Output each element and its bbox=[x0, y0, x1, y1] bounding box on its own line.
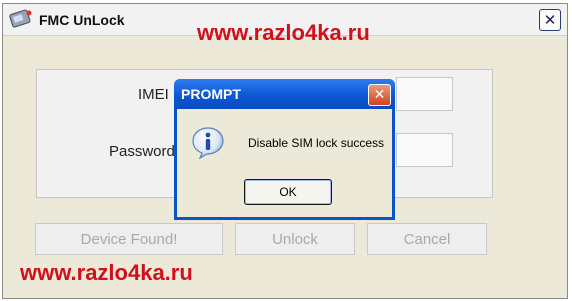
prompt-title: PROMPT bbox=[181, 86, 241, 102]
info-icon bbox=[192, 127, 224, 160]
prompt-close-button[interactable]: ✕ bbox=[368, 84, 391, 106]
cancel-button[interactable]: Cancel bbox=[367, 223, 487, 255]
main-close-button[interactable]: ✕ bbox=[539, 9, 561, 31]
ok-button[interactable]: OK bbox=[244, 179, 332, 205]
imei-field[interactable] bbox=[396, 77, 453, 111]
device-found-button[interactable]: Device Found! bbox=[35, 223, 223, 255]
app-phone-icon bbox=[9, 9, 32, 28]
password-label: Password bbox=[109, 143, 175, 160]
prompt-title-bar: PROMPT ✕ bbox=[174, 79, 395, 109]
close-icon: ✕ bbox=[543, 11, 557, 29]
main-window-title: FMC UnLock bbox=[39, 12, 125, 28]
unlock-button[interactable]: Unlock bbox=[235, 223, 355, 255]
watermark-bottom: www.razlo4ka.ru bbox=[20, 260, 193, 285]
watermark-top: www.razlo4ka.ru bbox=[197, 20, 370, 45]
prompt-dialog: PROMPT ✕ Disable SIM lock success OK bbox=[174, 79, 395, 220]
close-icon: ✕ bbox=[373, 87, 386, 103]
password-field[interactable] bbox=[396, 133, 453, 167]
prompt-body: Disable SIM lock success OK bbox=[177, 109, 392, 217]
prompt-message: Disable SIM lock success bbox=[248, 136, 385, 150]
imei-label: IMEI bbox=[138, 86, 169, 103]
